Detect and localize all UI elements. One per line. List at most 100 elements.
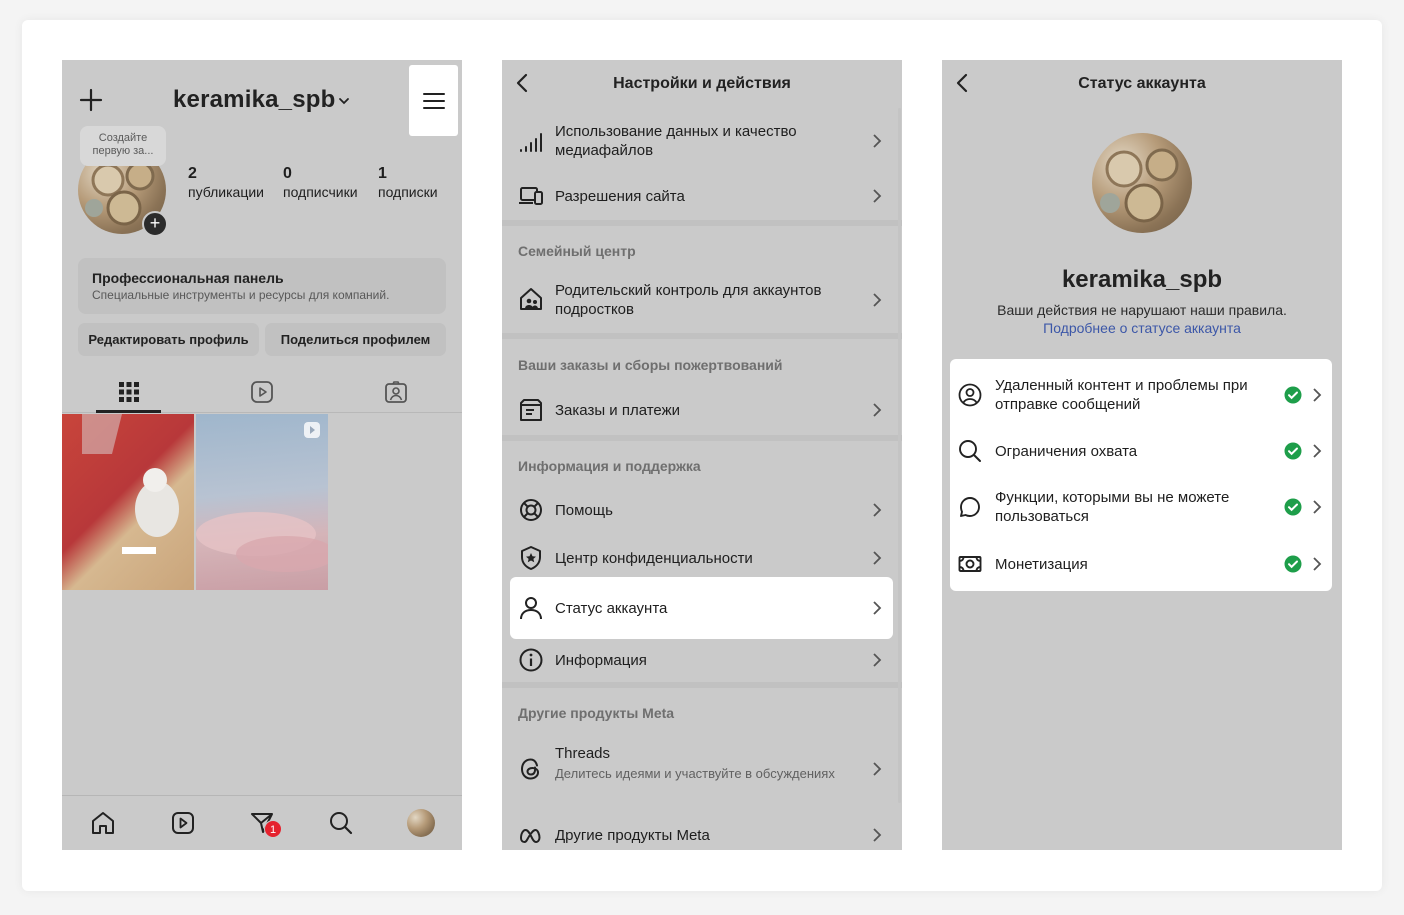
home-icon[interactable] <box>90 810 116 836</box>
status-item-reach-limits[interactable]: Ограничения охвата <box>950 431 1332 471</box>
signal-bars-icon <box>518 128 544 154</box>
row-account-status[interactable]: Статус аккаунта <box>502 577 902 639</box>
chevron-right-icon <box>873 601 882 615</box>
check-circle-icon <box>1284 498 1302 516</box>
row-data-usage[interactable]: Использование данных и качество медиафай… <box>502 110 902 172</box>
status-list: Удаленный контент и проблемы при отправк… <box>950 359 1332 591</box>
orders-icon <box>518 397 544 423</box>
pro-panel-title: Профессиональная панель <box>92 270 284 286</box>
account-status-screen: Статус аккаунта keramika_spb Ваши действ… <box>942 60 1342 850</box>
row-information[interactable]: Информация <box>502 639 902 681</box>
row-other-meta[interactable]: Другие продукты Meta <box>502 812 902 850</box>
row-label: Информация <box>555 651 647 669</box>
create-story-bubble: Создайте первую за... <box>80 126 166 166</box>
professional-dashboard[interactable]: Профессиональная панель Специальные инст… <box>78 258 446 314</box>
row-label: Центр конфиденциальности <box>555 549 753 567</box>
notification-badge: 1 <box>264 820 282 838</box>
settings-title: Настройки и действия <box>613 75 791 92</box>
stat-following[interactable]: 1 подписки <box>378 164 438 202</box>
info-icon <box>518 647 544 673</box>
row-help[interactable]: Помощь <box>502 486 902 534</box>
hamburger-icon <box>422 92 445 109</box>
section-orders: Ваши заказы и сборы пожертвований <box>518 357 783 373</box>
following-label: подписки <box>378 184 438 200</box>
reels-icon[interactable] <box>170 810 196 836</box>
edit-profile-button[interactable]: Редактировать профиль <box>78 323 259 356</box>
row-label: Использование данных и качество медиафай… <box>555 123 797 159</box>
pro-panel-subtitle: Специальные инструменты и ресурсы для ко… <box>92 288 390 302</box>
post-thumbnail-sky[interactable] <box>196 414 328 590</box>
threads-title: Threads <box>555 745 611 762</box>
status-description: Ваши действия не нарушают наши правила. <box>997 302 1287 318</box>
grid-icon[interactable] <box>117 380 141 404</box>
section-divider <box>502 220 902 226</box>
row-label: Разрешения сайта <box>555 187 685 205</box>
status-item-label: Функции, которыми вы не можете пользоват… <box>995 489 1230 525</box>
chevron-right-icon <box>873 503 882 517</box>
row-threads[interactable]: Threads Делитесь идеями и участвуйте в об… <box>502 736 902 802</box>
menu-button[interactable] <box>409 65 458 136</box>
followers-count: 0 <box>283 165 292 182</box>
row-label: Помощь <box>555 501 613 519</box>
row-label: Заказы и платежи <box>555 401 681 419</box>
row-site-permissions[interactable]: Разрешения сайта <box>502 172 902 220</box>
check-circle-icon <box>1284 442 1302 460</box>
row-orders-payments[interactable]: Заказы и платежи <box>502 385 902 435</box>
section-divider <box>502 333 902 339</box>
search-icon[interactable] <box>328 810 354 836</box>
chevron-right-icon <box>873 403 882 417</box>
stat-posts[interactable]: 2 публикации <box>188 164 264 202</box>
row-label: Статус аккаунта <box>555 599 668 617</box>
plus-icon[interactable] <box>77 86 105 114</box>
person-icon <box>518 595 544 621</box>
chevron-right-icon <box>873 653 882 667</box>
add-story-icon[interactable]: + <box>142 211 168 237</box>
settings-header: Настройки и действия <box>502 60 902 106</box>
status-item-monetization[interactable]: Монетизация <box>950 543 1332 585</box>
lifebuoy-icon <box>518 497 544 523</box>
chevron-right-icon <box>873 293 882 307</box>
row-label: Другие продукты Meta <box>555 826 710 844</box>
following-count: 1 <box>378 165 387 182</box>
status-header: Статус аккаунта <box>942 60 1342 106</box>
chevron-right-icon <box>1313 500 1322 514</box>
posts-count: 2 <box>188 165 197 182</box>
check-circle-icon <box>1284 386 1302 404</box>
money-icon <box>958 552 982 576</box>
person-circle-icon <box>958 383 982 407</box>
profile-avatar-tab[interactable] <box>407 809 435 837</box>
profile-username[interactable]: keramika_spb <box>173 86 336 114</box>
speech-bubble-icon <box>958 495 982 519</box>
row-privacy-center[interactable]: Центр конфиденциальности <box>502 534 902 582</box>
search-icon <box>958 439 982 463</box>
chevron-right-icon <box>873 134 882 148</box>
row-label: Threads Делитесь идеями и участвуйте в об… <box>555 744 855 782</box>
post-thumbnail-cat[interactable] <box>62 414 194 590</box>
status-learn-more-link[interactable]: Подробнее о статусе аккаунта <box>942 320 1342 336</box>
chevron-right-icon <box>873 551 882 565</box>
section-divider <box>502 435 902 441</box>
meta-logo-icon <box>518 822 544 848</box>
bottom-navigation: 1 <box>62 795 462 850</box>
scrollbar[interactable] <box>898 108 901 803</box>
share-profile-button[interactable]: Поделиться профилем <box>265 323 446 356</box>
status-item-restricted-features[interactable]: Функции, которыми вы не можете пользоват… <box>950 471 1332 543</box>
active-tab-indicator <box>96 410 161 413</box>
status-item-removed-content[interactable]: Удаленный контент и проблемы при отправк… <box>950 359 1332 431</box>
tagged-tab-icon[interactable] <box>384 380 408 404</box>
profile-screen: keramika_spb Создайте первую за... + 2 пу… <box>62 60 462 850</box>
chevron-right-icon <box>1313 388 1322 402</box>
chevron-right-icon <box>873 189 882 203</box>
status-item-label: Ограничения охвата <box>995 443 1138 460</box>
status-username: keramika_spb <box>1061 266 1223 293</box>
status-item-label: Монетизация <box>995 556 1088 573</box>
chevron-down-icon[interactable] <box>338 96 350 106</box>
stat-followers[interactable]: 0 подписчики <box>283 164 358 202</box>
reels-tab-icon[interactable] <box>250 380 274 404</box>
threads-subtitle: Делитесь идеями и участвуйте в обсуждени… <box>555 766 835 781</box>
chevron-right-icon <box>1313 557 1322 571</box>
chevron-right-icon <box>873 828 882 842</box>
row-parental-control[interactable]: Родительский контроль для аккаунтов подр… <box>502 268 902 332</box>
row-label: Родительский контроль для аккаунтов подр… <box>555 282 822 318</box>
status-item-label: Удаленный контент и проблемы при отправк… <box>995 377 1248 413</box>
